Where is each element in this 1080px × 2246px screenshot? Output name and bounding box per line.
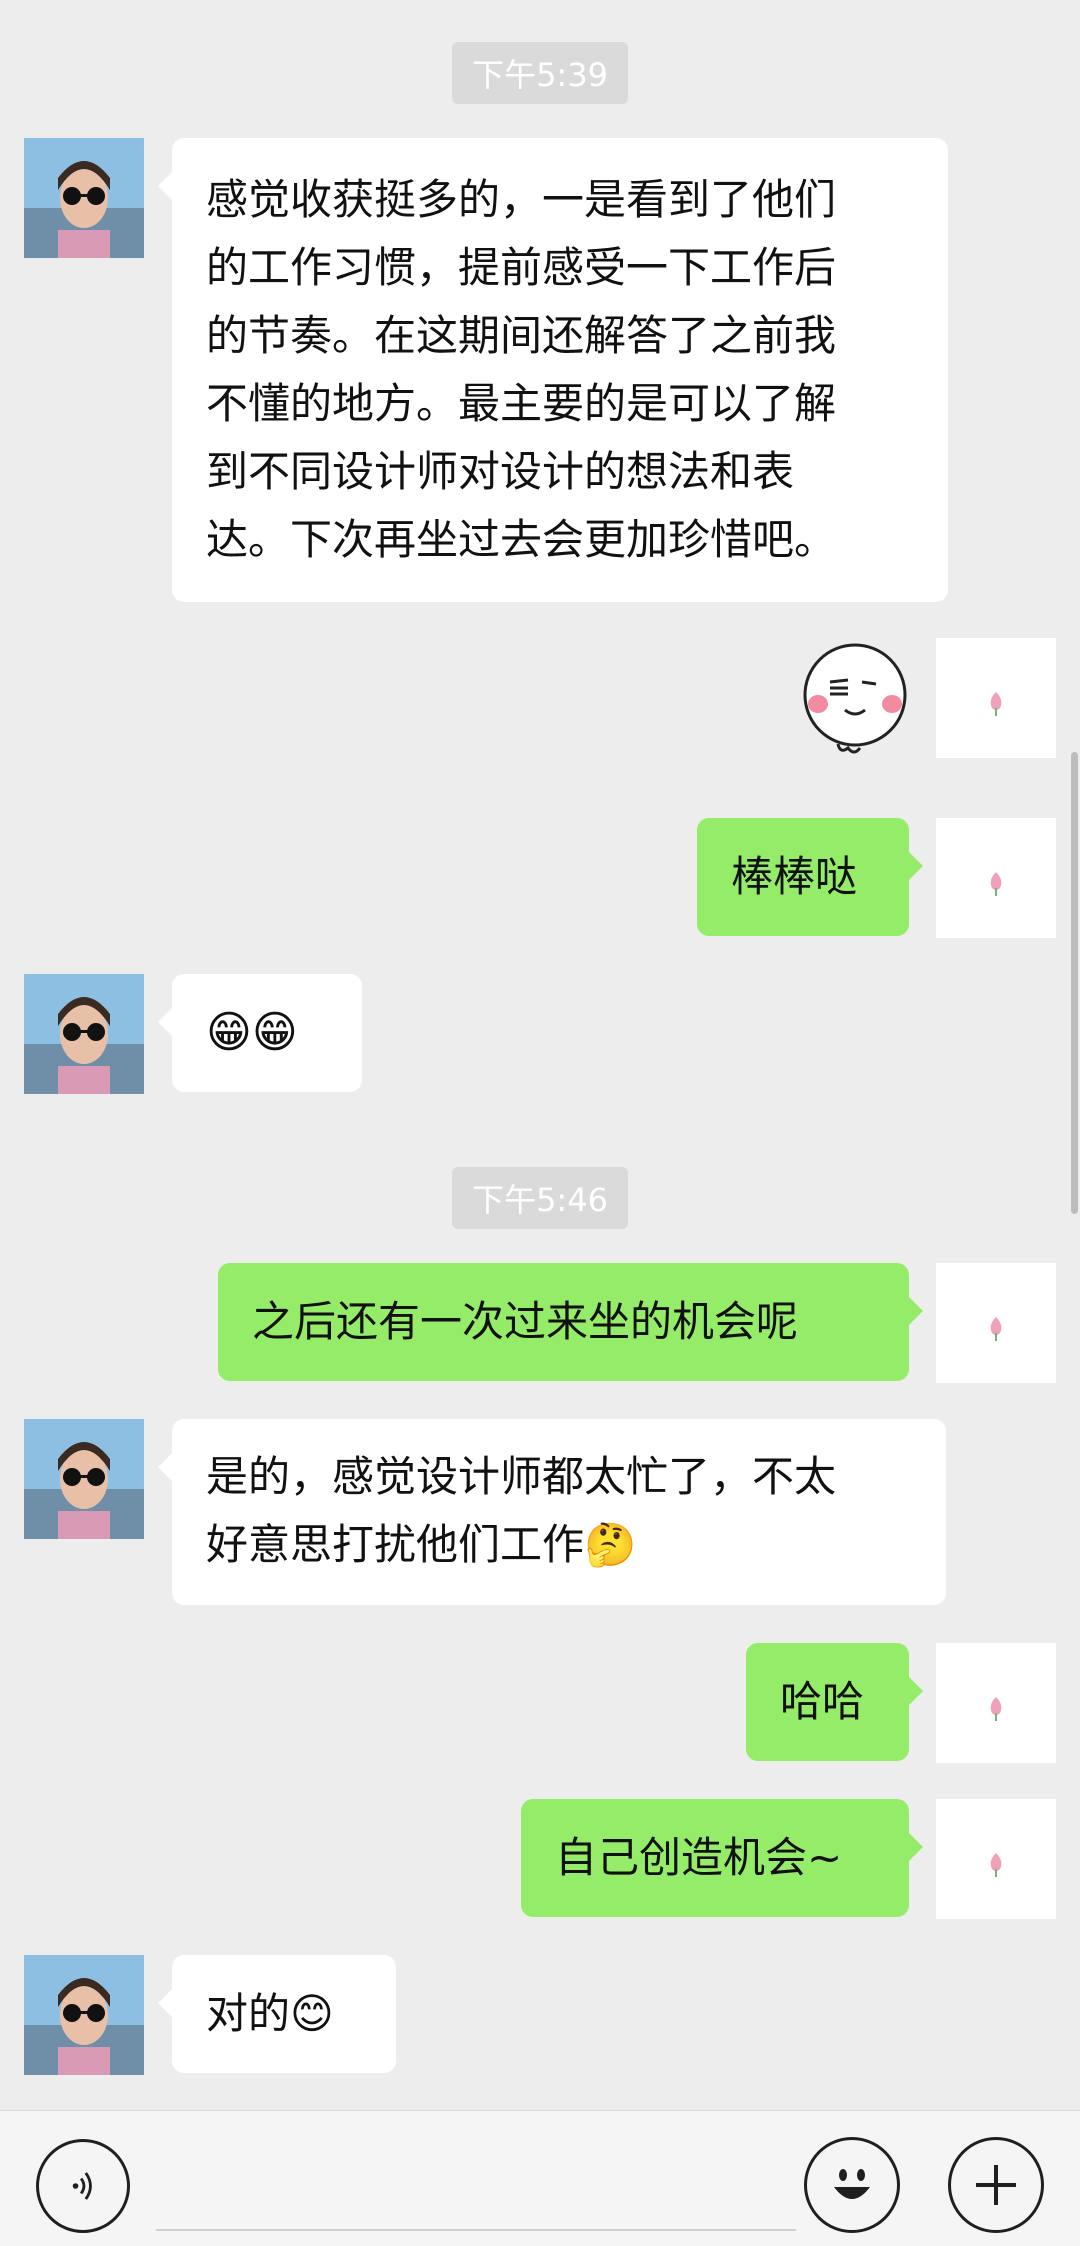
contact-avatar[interactable] — [24, 138, 144, 258]
my-avatar[interactable] — [936, 1263, 1056, 1383]
timestamp: 下午5:46 — [452, 1167, 628, 1229]
message-text: 哈哈 — [780, 1677, 865, 1726]
message-input[interactable] — [156, 2229, 796, 2231]
blob-face-sticker-icon — [803, 643, 907, 754]
contact-avatar-image — [24, 1955, 144, 2075]
message-text: 之后还有一次过来坐的机会呢 — [252, 1297, 799, 1346]
contact-avatar[interactable] — [24, 1419, 144, 1539]
my-avatar-image — [936, 638, 1056, 758]
message-bubble-received[interactable]: 是的，感觉设计师都太忙了，不太 好意思打扰他们工作🤔 — [158, 1419, 946, 1605]
message-bubble-sent[interactable]: 之后还有一次过来坐的机会呢 — [218, 1263, 923, 1381]
message-bubble-received[interactable]: 对的😊 — [158, 1955, 396, 2073]
message-bubble-sent[interactable]: 哈哈 — [746, 1643, 923, 1761]
message-text: 是的，感觉设计师都太忙了，不太 好意思打扰他们工作🤔 — [206, 1452, 837, 1569]
my-avatar[interactable] — [936, 1799, 1056, 1919]
emoji-icon — [834, 2169, 870, 2199]
contact-avatar-image — [24, 138, 144, 258]
my-avatar-image — [936, 1263, 1056, 1383]
message-text: 😁😁 — [206, 1007, 298, 1058]
scrollbar[interactable] — [1071, 752, 1078, 1214]
message-text: 对的😊 — [206, 1989, 334, 2038]
voice-icon — [72, 2172, 92, 2200]
contact-avatar[interactable] — [24, 1955, 144, 2075]
timestamp: 下午5:39 — [452, 42, 628, 104]
plus-icon — [976, 2165, 1016, 2205]
message-bubble-received[interactable]: 感觉收获挺多的，一是看到了他们 的工作习惯，提前感受一下工作后 的节奏。在这期间… — [158, 138, 948, 602]
sticker-image[interactable] — [800, 640, 910, 758]
my-avatar[interactable] — [936, 638, 1056, 758]
contact-avatar[interactable] — [24, 974, 144, 1094]
message-bubble-sent[interactable]: 自己创造机会~ — [521, 1799, 923, 1917]
my-avatar-image — [936, 1643, 1056, 1763]
chat-area[interactable]: 下午5:39 感觉收获挺多的，一是看到了他们 的工作习惯，提前感受一下工作后 的… — [0, 0, 1080, 2110]
emoji-button[interactable] — [804, 2137, 900, 2233]
my-avatar[interactable] — [936, 818, 1056, 938]
contact-avatar-image — [24, 1419, 144, 1539]
voice-button[interactable] — [36, 2139, 130, 2233]
message-bubble-sent[interactable]: 棒棒哒 — [697, 818, 923, 936]
input-bar — [0, 2110, 1080, 2246]
message-text: 棒棒哒 — [731, 852, 858, 901]
message-text: 感觉收获挺多的，一是看到了他们 的工作习惯，提前感受一下工作后 的节奏。在这期间… — [206, 175, 837, 564]
my-avatar-image — [936, 1799, 1056, 1919]
my-avatar-image — [936, 818, 1056, 938]
my-avatar[interactable] — [936, 1643, 1056, 1763]
message-text: 自己创造机会~ — [555, 1833, 843, 1882]
message-bubble-received[interactable]: 😁😁 — [158, 974, 362, 1092]
contact-avatar-image — [24, 974, 144, 1094]
more-button[interactable] — [948, 2137, 1044, 2233]
